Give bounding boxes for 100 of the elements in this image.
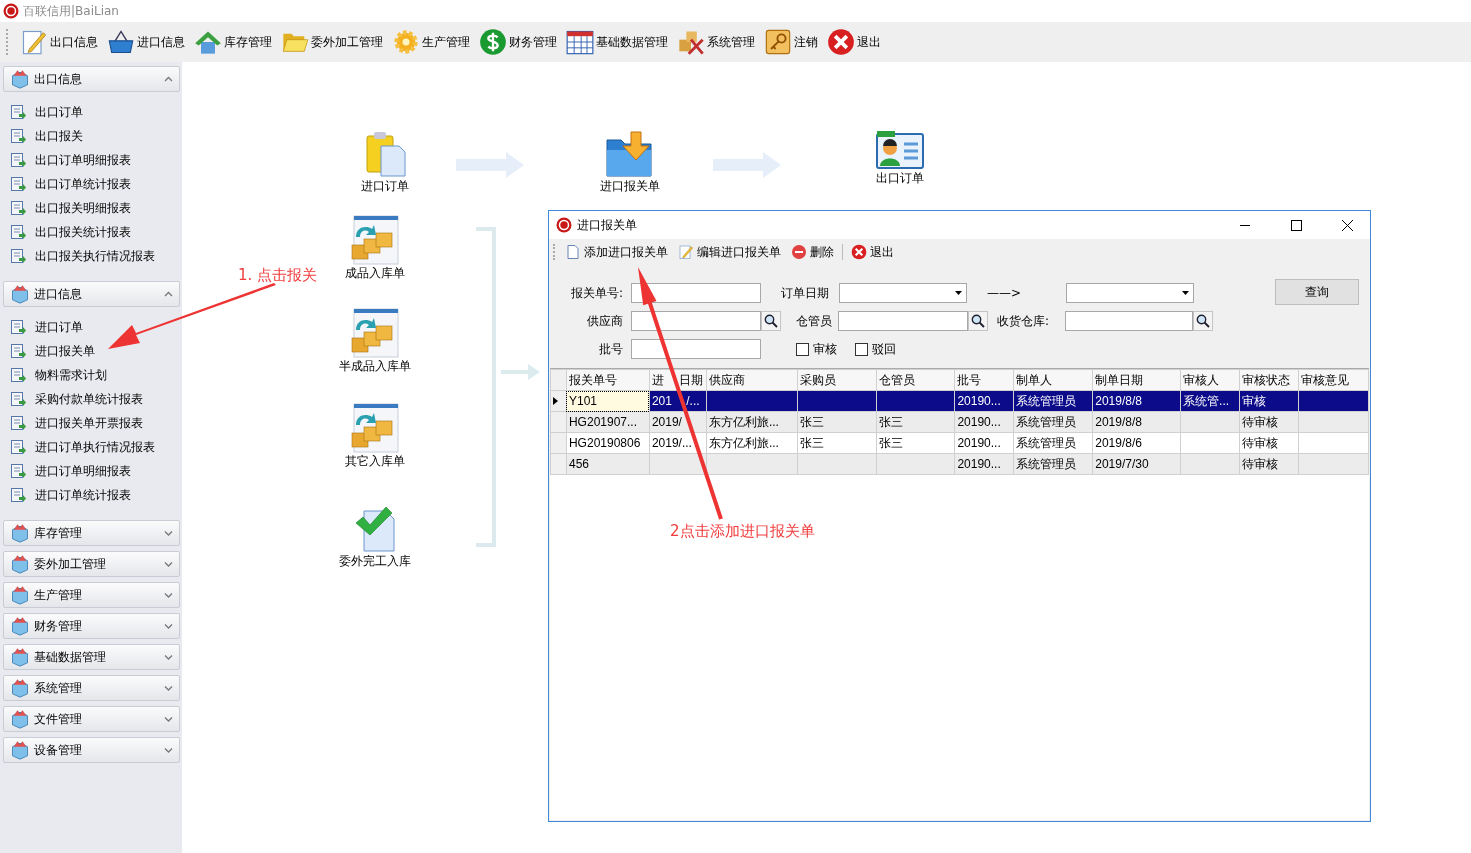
toolbar-button[interactable]: 退出: [823, 24, 886, 60]
sidebar-item[interactable]: 进口订单明细报表: [0, 459, 137, 483]
sidebar-item[interactable]: 进口订单: [0, 315, 89, 339]
column-header[interactable]: 报关单号: [566, 369, 650, 391]
flow-node-label[interactable]: 半成品入库单: [339, 358, 411, 375]
column-header[interactable]: 批号: [954, 369, 1014, 391]
checkbox[interactable]: 审核: [796, 340, 837, 358]
input-field[interactable]: [1065, 311, 1193, 331]
table-row[interactable]: HG201907... 2019/ 东方亿利旅... 张三 张三 20190... 系统管理员 2019/8/8 待审核: [550, 411, 1369, 433]
sidebar-item[interactable]: 采购付款单统计报表: [0, 387, 149, 411]
sidebar-item[interactable]: 进口报关单开票报表: [0, 411, 149, 435]
toolbar-button[interactable]: 编辑进口报关单: [674, 241, 785, 263]
query-button[interactable]: 查询: [1275, 279, 1359, 305]
sidebar-item[interactable]: 出口报关统计报表: [0, 220, 137, 244]
sidebar-group-header[interactable]: 库存管理: [3, 520, 180, 546]
sidebar-item[interactable]: 出口报关: [0, 124, 89, 148]
document-icon: [10, 343, 26, 359]
document-icon: [10, 463, 26, 479]
search-button[interactable]: [761, 311, 781, 331]
flow-node-label[interactable]: 委外完工入库: [339, 553, 411, 570]
toolbar-button[interactable]: 出口信息: [16, 24, 103, 60]
toolbar-button[interactable]: 删除: [787, 241, 838, 263]
flow-node-label[interactable]: 进口报关单: [600, 178, 660, 195]
input-field[interactable]: [631, 283, 761, 303]
document-icon: [10, 415, 26, 431]
flow-node-label[interactable]: 成品入库单: [345, 265, 405, 282]
toolbar-button[interactable]: 进口信息: [103, 24, 190, 60]
toolbar-button[interactable]: 生产管理: [388, 24, 475, 60]
boxes-icon: [350, 215, 400, 265]
sidebar-group-header[interactable]: 生产管理: [3, 582, 180, 608]
search-button[interactable]: [968, 311, 988, 331]
sidebar-item[interactable]: 进口报关单: [0, 339, 101, 363]
table-cell: 张三: [876, 432, 955, 454]
toolbar-button[interactable]: 基础数据管理: [562, 24, 673, 60]
sidebar-group-header[interactable]: 设备管理: [3, 737, 180, 763]
sidebar-group-header[interactable]: 进口信息: [3, 281, 180, 307]
toolbar-button[interactable]: 财务管理: [475, 24, 562, 60]
box-icon: [10, 69, 30, 89]
sidebar-group-header[interactable]: 系统管理: [3, 675, 180, 701]
toolbar-button[interactable]: 注销: [760, 24, 823, 60]
sidebar-group-header[interactable]: 出口信息: [3, 66, 180, 92]
input-field[interactable]: [838, 311, 968, 331]
delete-icon: [791, 244, 807, 260]
flow-node-label[interactable]: 出口订单: [876, 170, 924, 187]
toolbar-button[interactable]: 系统管理: [673, 24, 760, 60]
box-icon: [10, 647, 30, 667]
document-icon: [10, 128, 26, 144]
sidebar-group-header[interactable]: 委外加工管理: [3, 551, 180, 577]
logo-icon: [3, 3, 19, 19]
sidebar-group-header[interactable]: 财务管理: [3, 613, 180, 639]
close-icon: [851, 244, 867, 260]
close-icon: [827, 28, 855, 56]
column-header[interactable]: 采购员: [797, 369, 877, 391]
table-cell: 2019/8/6: [1092, 432, 1181, 454]
box-icon: [10, 523, 30, 543]
column-header[interactable]: 供应商: [706, 369, 798, 391]
table-cell: 20190...: [954, 432, 1014, 454]
toolbar-button[interactable]: 添加进口报关单: [561, 241, 672, 263]
input-field[interactable]: [631, 311, 761, 331]
checkbox[interactable]: 驳回: [855, 340, 896, 358]
boxes-icon: [350, 308, 400, 358]
toolbar-button[interactable]: 委外加工管理: [277, 24, 388, 60]
pencil-icon: [20, 28, 48, 56]
box-icon: [10, 709, 30, 729]
toolbar-button[interactable]: 库存管理: [190, 24, 277, 60]
sidebar-item[interactable]: 出口报关明细报表: [0, 196, 137, 220]
close-icon: [1341, 219, 1353, 231]
sidebar-item[interactable]: 进口订单统计报表: [0, 483, 137, 507]
column-header[interactable]: 制单日期: [1092, 369, 1181, 391]
sidebar-item[interactable]: 出口订单明细报表: [0, 148, 137, 172]
column-header[interactable]: 审核意见: [1298, 369, 1369, 391]
document-icon: [565, 244, 581, 260]
date-dropdown[interactable]: [839, 283, 967, 303]
sidebar-group-header[interactable]: 文件管理: [3, 706, 180, 732]
box-icon: [10, 585, 30, 605]
flow-node-label[interactable]: 进口订单: [361, 178, 409, 195]
search-icon: [764, 314, 778, 328]
toolbar-button[interactable]: 退出: [847, 241, 898, 263]
sidebar-item[interactable]: 出口订单: [0, 100, 89, 124]
column-header[interactable]: 审核人: [1180, 369, 1240, 391]
search-button[interactable]: [1193, 311, 1213, 331]
document-icon: [10, 248, 26, 264]
date-dropdown[interactable]: [1066, 283, 1194, 303]
flow-arrow: [454, 150, 526, 180]
column-header[interactable]: 制单人: [1013, 369, 1093, 391]
sidebar-item[interactable]: 物料需求计划: [0, 363, 113, 387]
sidebar-item[interactable]: 进口订单执行情况报表: [0, 435, 161, 459]
table-row[interactable]: Y101 201 /... 20190... 系统管理员 2019/8/8 系统管... 审核: [550, 390, 1369, 412]
flow-node-label[interactable]: 其它入库单: [345, 453, 405, 470]
input-field[interactable]: [631, 339, 761, 359]
sidebar-item[interactable]: 出口报关执行情况报表: [0, 244, 161, 268]
sidebar-item[interactable]: 出口订单统计报表: [0, 172, 137, 196]
table-row[interactable]: HG20190806 2019/... 东方亿利旅... 张三 张三 20190... 系统管理员 2019/8/6 待审核: [550, 432, 1369, 454]
search-icon: [1196, 314, 1210, 328]
table-row[interactable]: 456 20190... 系统管理员 2019/7/30 待审核: [550, 453, 1369, 475]
sidebar-group-header[interactable]: 基础数据管理: [3, 644, 180, 670]
box-icon: [10, 554, 30, 574]
column-header[interactable]: 审核状态: [1239, 369, 1299, 391]
field-label: 仓管员: [796, 312, 832, 330]
column-header[interactable]: 仓管员: [876, 369, 955, 391]
